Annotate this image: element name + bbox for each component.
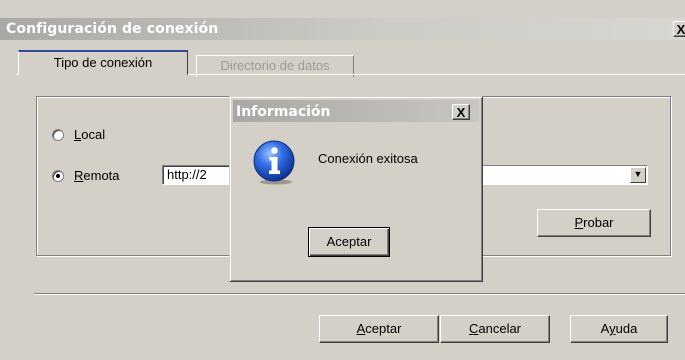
connection-settings-window: Configuración de conexión X Tipo de cone…: [0, 0, 685, 360]
dialog-title: Información: [236, 104, 331, 120]
info-icon: [253, 140, 295, 185]
close-icon: X: [456, 105, 466, 120]
dialog-close-button[interactable]: X: [452, 104, 470, 120]
separator: [34, 293, 685, 295]
cancelar-button[interactable]: Cancelar: [440, 315, 550, 343]
tab-connection-type[interactable]: Tipo de conexión: [18, 50, 188, 75]
window-titlebar[interactable]: Configuración de conexión: [0, 18, 685, 40]
window-close-button[interactable]: X: [673, 21, 685, 37]
dialog-titlebar[interactable]: Información: [233, 100, 479, 122]
close-icon: X: [676, 22, 685, 37]
window-title: Configuración de conexión: [6, 21, 219, 37]
ayuda-button[interactable]: Ayuda: [570, 315, 668, 343]
info-dialog: Información X Conexión exitosa Aceptar: [229, 96, 483, 282]
dialog-ok-button[interactable]: Aceptar: [308, 227, 390, 257]
aceptar-button[interactable]: Aceptar: [319, 315, 439, 343]
dialog-message: Conexión exitosa: [318, 151, 418, 166]
